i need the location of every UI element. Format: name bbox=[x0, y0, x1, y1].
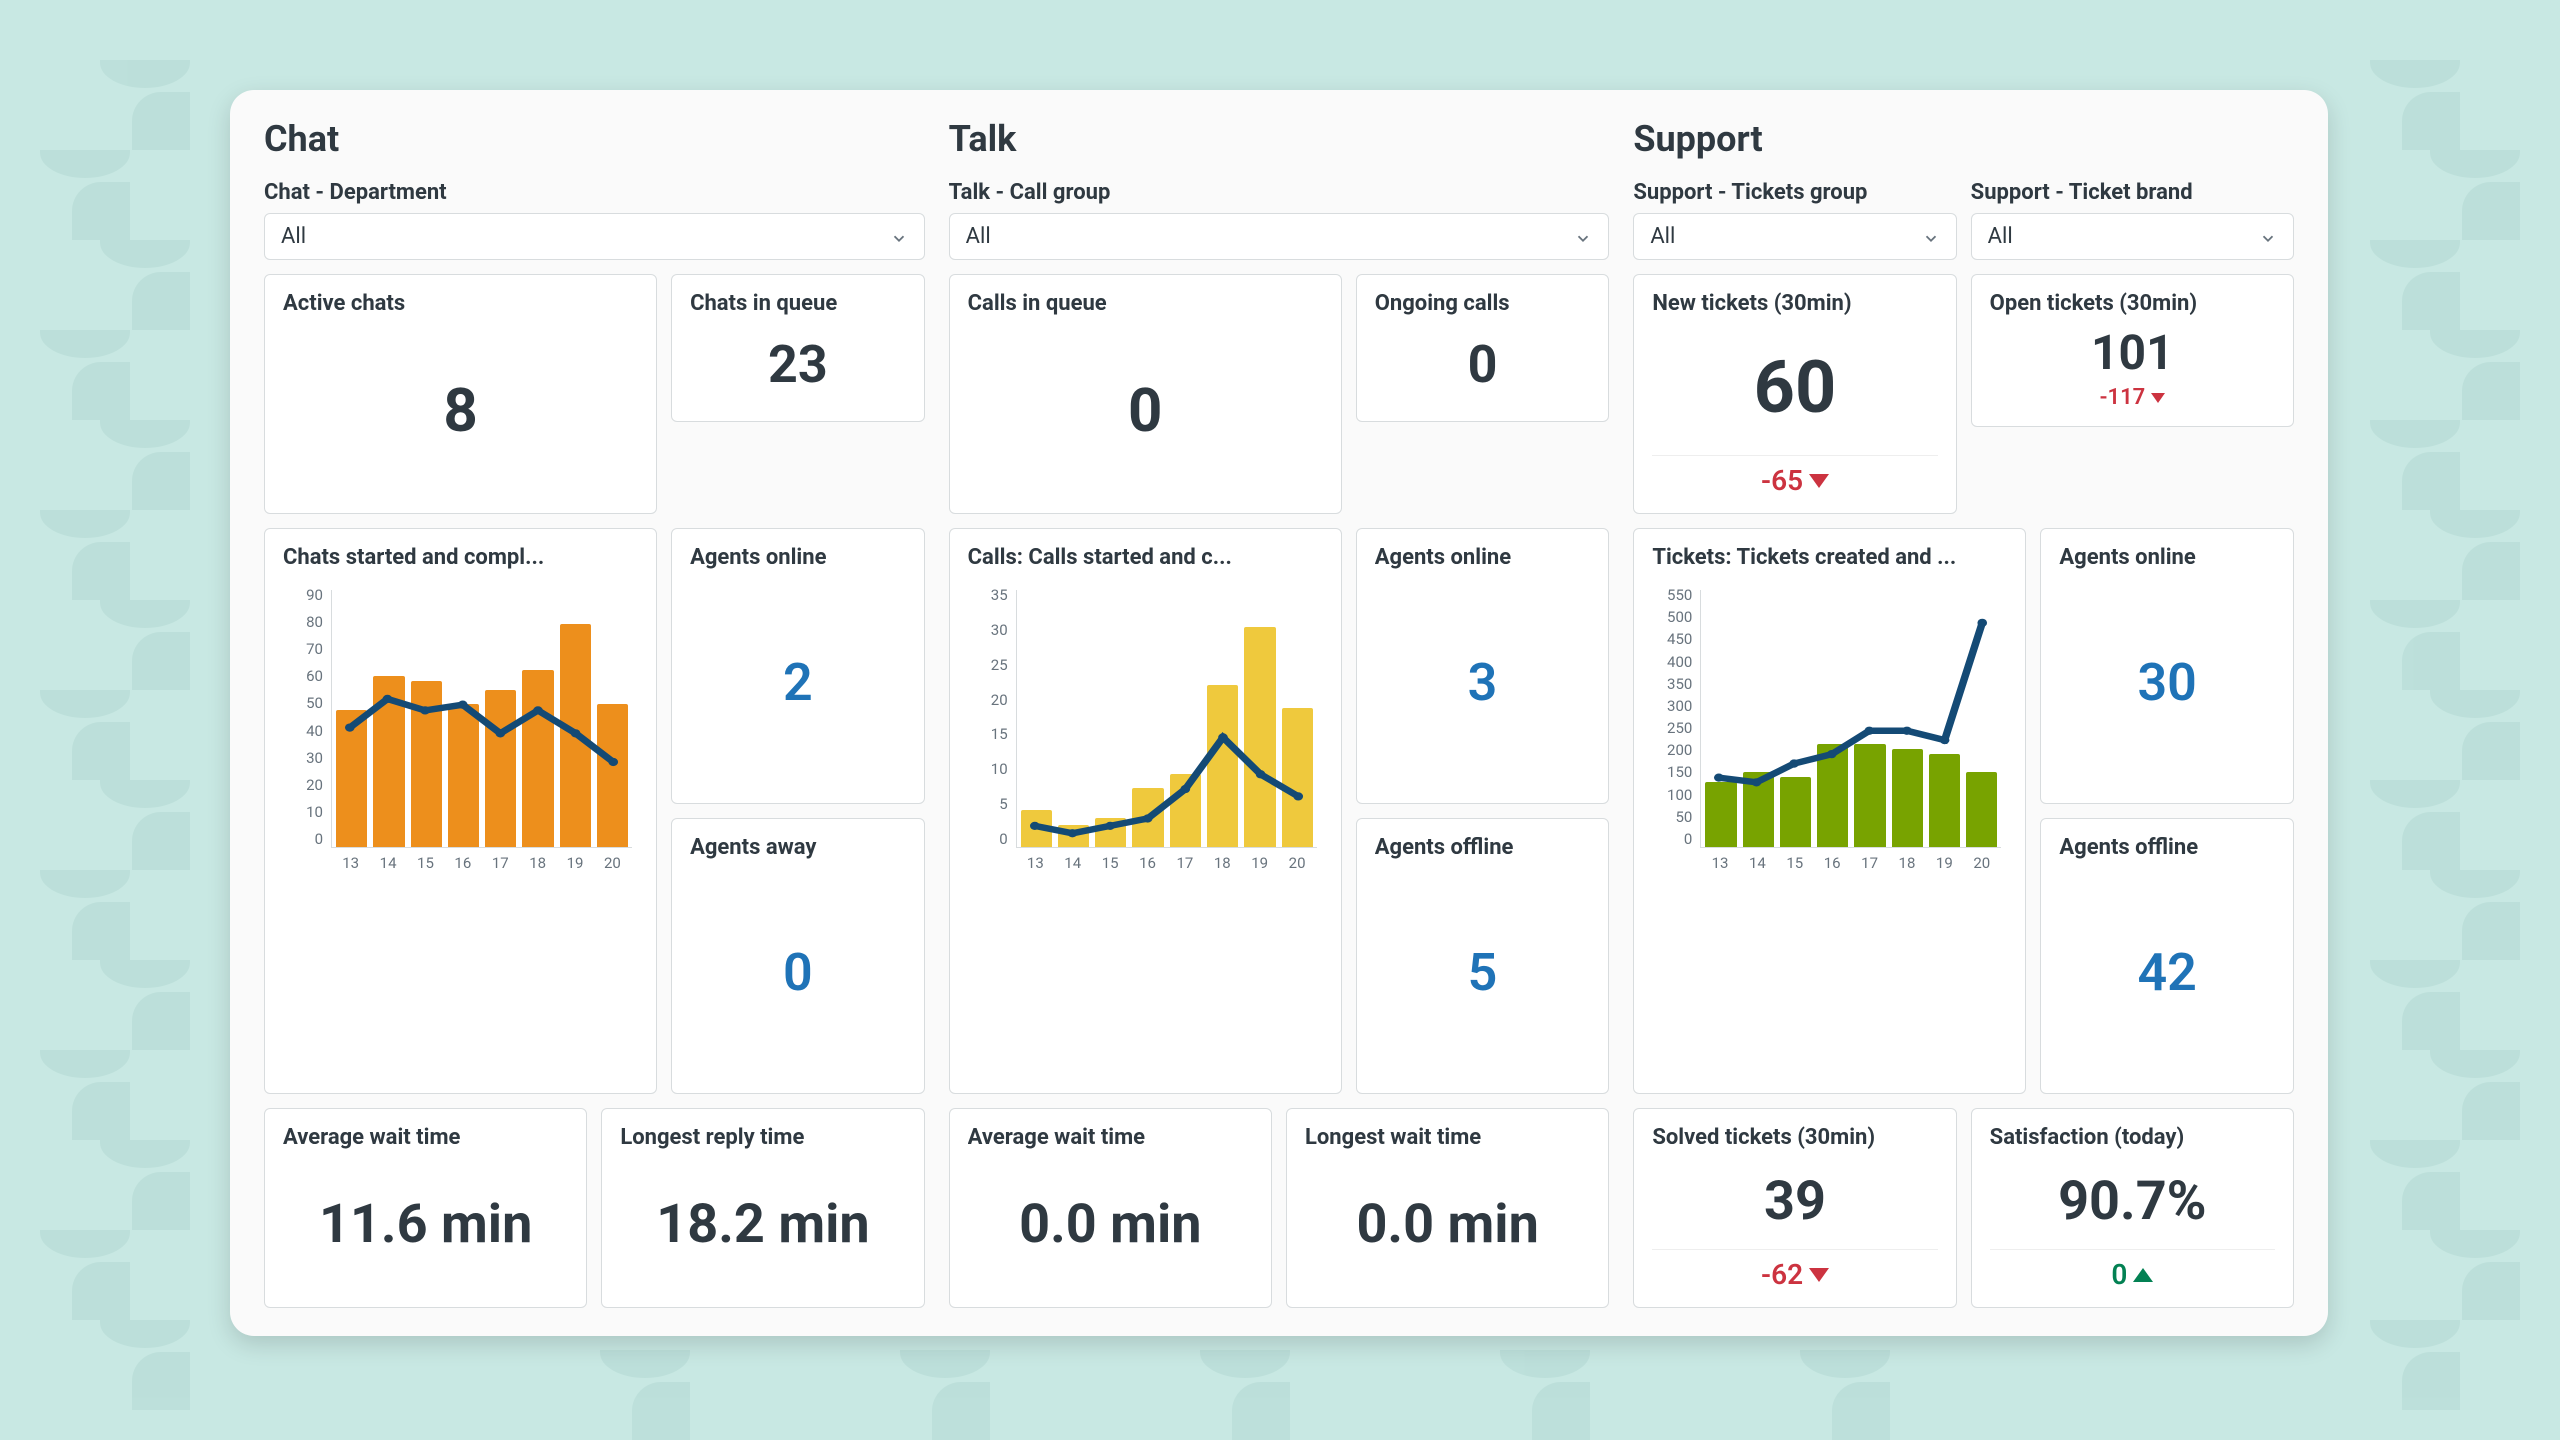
triangle-up-icon bbox=[2133, 1268, 2153, 1282]
support-agents-online-label: Agents online bbox=[2059, 545, 2275, 570]
support-tickets-group-select[interactable]: All bbox=[1633, 213, 1956, 260]
chat-longest-reply-label: Longest reply time bbox=[620, 1125, 905, 1150]
chat-longest-reply-card: Longest reply time 18.2 min bbox=[601, 1108, 924, 1308]
support-filter2-label: Support - Ticket brand bbox=[1971, 180, 2294, 205]
chat-section: Chat Chat - Department All Active chats … bbox=[264, 118, 925, 1308]
open-tickets-card: Open tickets (30min) 101 -117 bbox=[1971, 274, 2294, 427]
solved-tickets-value: 39 bbox=[1652, 1158, 1937, 1245]
support-chart-card: Tickets: Tickets created and ... 5505004… bbox=[1633, 528, 2026, 1094]
chat-longest-reply-value: 18.2 min bbox=[620, 1158, 905, 1291]
chat-agents-online-label: Agents online bbox=[690, 545, 906, 570]
chat-avg-wait-label: Average wait time bbox=[283, 1125, 568, 1150]
talk-agents-online-card: Agents online 3 bbox=[1356, 528, 1610, 804]
talk-title: Talk bbox=[949, 118, 1610, 160]
ongoing-calls-label: Ongoing calls bbox=[1375, 291, 1591, 316]
chat-agents-away-label: Agents away bbox=[690, 835, 906, 860]
talk-group-select[interactable]: All bbox=[949, 213, 1610, 260]
chat-chart-card: Chats started and compl... 9080706050403… bbox=[264, 528, 657, 1094]
talk-section: Talk Talk - Call group All Calls in queu… bbox=[949, 118, 1610, 1308]
talk-group-value: All bbox=[966, 224, 991, 249]
chat-agents-online-card: Agents online 2 bbox=[671, 528, 925, 804]
solved-tickets-label: Solved tickets (30min) bbox=[1652, 1125, 1937, 1150]
support-chart: 5505004504003503002502001501005001314151… bbox=[1652, 586, 2007, 876]
support-agents-offline-label: Agents offline bbox=[2059, 835, 2275, 860]
open-tickets-value: 101 bbox=[1990, 324, 2275, 381]
support-section: Support Support - Tickets group All Supp… bbox=[1633, 118, 2294, 1308]
new-tickets-value: 60 bbox=[1652, 324, 1937, 451]
solved-tickets-card: Solved tickets (30min) 39 -62 bbox=[1633, 1108, 1956, 1308]
new-tickets-delta: -65 bbox=[1652, 455, 1937, 497]
calls-in-queue-value: 0 bbox=[968, 324, 1323, 497]
ongoing-calls-card: Ongoing calls 0 bbox=[1356, 274, 1610, 422]
talk-chart-card: Calls: Calls started and c... 3530252015… bbox=[949, 528, 1342, 1094]
active-chats-value: 8 bbox=[283, 324, 638, 497]
dashboard-panel: Chat Chat - Department All Active chats … bbox=[230, 90, 2328, 1336]
chats-in-queue-label: Chats in queue bbox=[690, 291, 906, 316]
satisfaction-delta: 0 bbox=[1990, 1249, 2275, 1291]
open-tickets-delta: -117 bbox=[1990, 385, 2275, 410]
triangle-down-icon bbox=[2151, 393, 2165, 403]
talk-longest-wait-label: Longest wait time bbox=[1305, 1125, 1590, 1150]
calls-in-queue-label: Calls in queue bbox=[968, 291, 1323, 316]
support-agents-online-value: 30 bbox=[2059, 578, 2275, 787]
chevron-down-icon bbox=[1922, 228, 1940, 246]
support-title: Support bbox=[1633, 118, 2294, 160]
talk-filter-label: Talk - Call group bbox=[949, 180, 1610, 205]
calls-in-queue-card: Calls in queue 0 bbox=[949, 274, 1342, 514]
chat-title: Chat bbox=[264, 118, 925, 160]
support-filter1-label: Support - Tickets group bbox=[1633, 180, 1956, 205]
talk-longest-wait-card: Longest wait time 0.0 min bbox=[1286, 1108, 1609, 1308]
talk-agents-offline-card: Agents offline 5 bbox=[1356, 818, 1610, 1094]
support-filter1-value: All bbox=[1650, 224, 1675, 249]
chat-agents-away-card: Agents away 0 bbox=[671, 818, 925, 1094]
satisfaction-value: 90.7% bbox=[1990, 1158, 2275, 1245]
solved-tickets-delta: -62 bbox=[1652, 1249, 1937, 1291]
talk-agents-online-label: Agents online bbox=[1375, 545, 1591, 570]
talk-avg-wait-card: Average wait time 0.0 min bbox=[949, 1108, 1272, 1308]
talk-chart-title: Calls: Calls started and c... bbox=[968, 545, 1323, 570]
chevron-down-icon bbox=[890, 228, 908, 246]
talk-chart: 353025201510501314151617181920 bbox=[968, 586, 1323, 876]
talk-agents-offline-label: Agents offline bbox=[1375, 835, 1591, 860]
chat-agents-away-value: 0 bbox=[690, 868, 906, 1077]
talk-longest-wait-value: 0.0 min bbox=[1305, 1158, 1590, 1291]
chat-department-value: All bbox=[281, 224, 306, 249]
new-tickets-card: New tickets (30min) 60 -65 bbox=[1633, 274, 1956, 514]
support-agents-offline-card: Agents offline 42 bbox=[2040, 818, 2294, 1094]
triangle-down-icon bbox=[1809, 474, 1829, 488]
chat-avg-wait-value: 11.6 min bbox=[283, 1158, 568, 1291]
support-chart-title: Tickets: Tickets created and ... bbox=[1652, 545, 2007, 570]
talk-avg-wait-label: Average wait time bbox=[968, 1125, 1253, 1150]
chat-filter-label: Chat - Department bbox=[264, 180, 925, 205]
chat-chart: 90807060504030201001314151617181920 bbox=[283, 586, 638, 876]
support-agents-offline-value: 42 bbox=[2059, 868, 2275, 1077]
chat-avg-wait-card: Average wait time 11.6 min bbox=[264, 1108, 587, 1308]
talk-avg-wait-value: 0.0 min bbox=[968, 1158, 1253, 1291]
satisfaction-card: Satisfaction (today) 90.7% 0 bbox=[1971, 1108, 2294, 1308]
ongoing-calls-value: 0 bbox=[1375, 324, 1591, 405]
support-ticket-brand-select[interactable]: All bbox=[1971, 213, 2294, 260]
new-tickets-label: New tickets (30min) bbox=[1652, 291, 1937, 316]
triangle-down-icon bbox=[1809, 1268, 1829, 1282]
active-chats-card: Active chats 8 bbox=[264, 274, 657, 514]
talk-agents-offline-value: 5 bbox=[1375, 868, 1591, 1077]
active-chats-label: Active chats bbox=[283, 291, 638, 316]
chevron-down-icon bbox=[1574, 228, 1592, 246]
satisfaction-label: Satisfaction (today) bbox=[1990, 1125, 2275, 1150]
chats-in-queue-card: Chats in queue 23 bbox=[671, 274, 925, 422]
support-agents-online-card: Agents online 30 bbox=[2040, 528, 2294, 804]
chevron-down-icon bbox=[2259, 228, 2277, 246]
support-filter2-value: All bbox=[1988, 224, 2013, 249]
chat-chart-title: Chats started and compl... bbox=[283, 545, 638, 570]
chat-agents-online-value: 2 bbox=[690, 578, 906, 787]
open-tickets-label: Open tickets (30min) bbox=[1990, 291, 2275, 316]
chat-department-select[interactable]: All bbox=[264, 213, 925, 260]
chats-in-queue-value: 23 bbox=[690, 324, 906, 405]
talk-agents-online-value: 3 bbox=[1375, 578, 1591, 787]
